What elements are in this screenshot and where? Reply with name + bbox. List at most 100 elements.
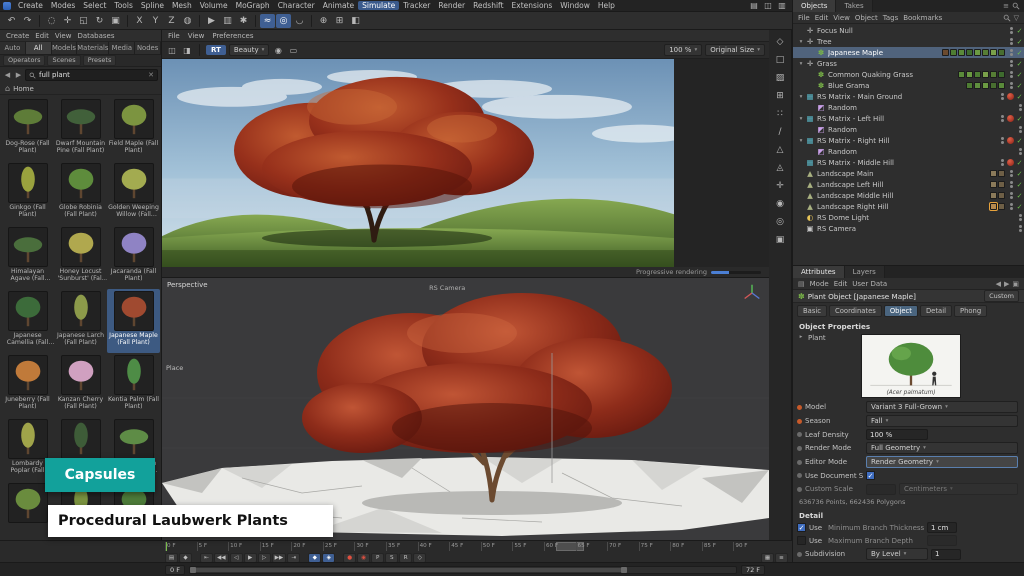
model-dropdown[interactable]: Variant 3 Full-Grown▾ — [866, 401, 1018, 413]
plant-asset[interactable]: Ginkgo (Fall Plant) — [1, 161, 54, 225]
texture-tag-chip[interactable] — [990, 71, 997, 78]
visibility-dots[interactable] — [1007, 49, 1015, 56]
texture-tag-chip[interactable] — [974, 71, 981, 78]
om-menu-item[interactable]: Edit — [815, 14, 829, 22]
workplane-icon[interactable]: ⊞ — [332, 14, 347, 28]
plant-asset[interactable]: Honey Locust 'Sunburst' (Fall Plant) — [54, 225, 107, 289]
forward-icon[interactable]: ▶ — [14, 71, 23, 79]
om-menu-item[interactable]: View — [833, 14, 850, 22]
layout-split-icon[interactable]: ◫ — [762, 0, 774, 11]
section-tab[interactable]: Phong — [954, 305, 987, 317]
visibility-dots[interactable] — [1007, 82, 1015, 89]
redshift-material-icon[interactable] — [1007, 93, 1014, 100]
record-rotation-button[interactable]: R — [399, 553, 412, 563]
visibility-dots[interactable] — [1016, 225, 1024, 232]
plant-asset[interactable]: Japanese Larch (Fall Plant) — [54, 289, 107, 353]
render-settings-icon[interactable]: ✱ — [236, 14, 251, 28]
menu-item[interactable]: Animate — [319, 1, 358, 10]
plant-asset[interactable]: Globe Robinia (Fall Plant) — [54, 161, 107, 225]
object-row[interactable]: ▲ Landscape Main ✓ — [793, 168, 1024, 179]
texture-tag-chip[interactable] — [990, 49, 997, 56]
texture-tag-chip[interactable] — [982, 82, 989, 89]
modeling-axis-icon[interactable]: ⊕ — [316, 14, 331, 28]
record-position-button[interactable]: P — [371, 553, 384, 563]
menu-item[interactable]: Redshift — [469, 1, 507, 10]
asset-tab[interactable]: Nodes — [135, 42, 161, 54]
plant-asset[interactable]: Jacaranda (Fall Plant) — [107, 225, 160, 289]
goto-start-button[interactable]: ⇤ — [200, 553, 213, 563]
enabled-check-icon[interactable]: ✓ — [1015, 159, 1024, 167]
keyframe-selection-button[interactable]: ◆ — [308, 553, 321, 563]
record-scale-button[interactable]: S — [385, 553, 398, 563]
expand-icon[interactable]: ▾ — [797, 94, 805, 100]
lock-icon[interactable]: ▣ — [1012, 280, 1019, 288]
keyframe-dot[interactable] — [797, 405, 802, 410]
asset-tab[interactable]: Media — [109, 42, 135, 54]
search-icon[interactable] — [1012, 2, 1020, 10]
enabled-check-icon[interactable]: ✓ — [1015, 38, 1024, 46]
enabled-check-icon[interactable]: ✓ — [1015, 170, 1024, 178]
enabled-check-icon[interactable]: ✓ — [1015, 137, 1024, 145]
axis-z-lock-icon[interactable]: Z — [164, 14, 179, 28]
render-mode-dropdown[interactable]: Full Geometry▾ — [866, 442, 1018, 454]
play-button[interactable]: ▶ — [244, 553, 257, 563]
object-row[interactable]: ▦ RS Matrix - Middle Hill ✓ — [793, 157, 1024, 168]
subdivision-level-field[interactable]: 1 — [931, 549, 961, 560]
object-row[interactable]: ✽ Common Quaking Grass ✓ — [793, 69, 1024, 80]
search-input-wrap[interactable]: ✕ — [25, 69, 158, 81]
asset-menu-item[interactable]: Databases — [75, 32, 116, 40]
record-parameter-button[interactable]: ◇ — [413, 553, 426, 563]
am-menu-item[interactable]: Edit — [834, 280, 848, 288]
leaf-density-field[interactable]: 100 % — [866, 429, 928, 440]
menu-item[interactable]: Tracker — [399, 1, 434, 10]
menu-item[interactable]: Mesh — [168, 1, 196, 10]
texture-tag-chip[interactable] — [998, 170, 1005, 177]
asset-menu-item[interactable]: Edit — [33, 32, 51, 40]
expand-icon[interactable]: ▾ — [797, 116, 805, 122]
visibility-dots[interactable] — [1007, 60, 1015, 67]
points-mode-icon[interactable]: ∷ — [772, 106, 788, 121]
plant-asset[interactable]: Japanese Camellia (Fall Plant) — [1, 289, 54, 353]
visibility-dots[interactable] — [1007, 27, 1015, 34]
size-dropdown[interactable]: Original Size▾ — [705, 44, 765, 56]
asset-tab[interactable]: Materials — [77, 42, 109, 54]
texture-tag-chip[interactable] — [974, 82, 981, 89]
isolate-view-icon[interactable]: ◧ — [348, 14, 363, 28]
visibility-dots[interactable] — [1016, 126, 1024, 133]
object-row[interactable]: ▾ ✛ Tree ✓ — [793, 36, 1024, 47]
asset-menu-item[interactable]: Create — [4, 32, 31, 40]
mode-icon[interactable]: ▤ — [798, 280, 805, 288]
range-start-field[interactable]: 0 F — [165, 565, 185, 575]
history-back-icon[interactable]: ◀ — [996, 280, 1001, 288]
menu-item[interactable]: Modes — [47, 1, 79, 10]
next-frame-button[interactable]: ▷ — [258, 553, 271, 563]
breadcrumb-location[interactable]: Home — [13, 85, 34, 93]
menu-item[interactable]: Render — [434, 1, 469, 10]
texture-tag-chip[interactable] — [966, 82, 973, 89]
workplane-mode-icon[interactable]: ⊞ — [772, 88, 788, 103]
panel-menu-icon[interactable]: ≡ — [1003, 2, 1009, 10]
visibility-dots[interactable] — [1007, 170, 1015, 177]
search-icon[interactable] — [1003, 14, 1011, 22]
enabled-check-icon[interactable]: ✓ — [1015, 115, 1024, 123]
keyframe-mode-button[interactable]: ◈ — [322, 553, 335, 563]
range-end-field[interactable]: 72 F — [741, 565, 765, 575]
texture-tag-chip[interactable] — [942, 49, 949, 56]
menu-item[interactable]: Character — [274, 1, 319, 10]
visibility-dots[interactable] — [1007, 71, 1015, 78]
subdivision-mode-dropdown[interactable]: By Level▾ — [866, 548, 928, 560]
texture-tag-chip[interactable] — [966, 71, 973, 78]
region-render-icon[interactable]: ▭ — [287, 45, 299, 56]
render-view-icon[interactable]: ▶ — [204, 14, 219, 28]
enabled-check-icon[interactable]: ✓ — [1015, 82, 1024, 90]
texture-tag-chip[interactable] — [998, 181, 1005, 188]
visibility-dots[interactable] — [998, 159, 1006, 166]
enabled-check-icon[interactable]: ✓ — [1015, 181, 1024, 189]
visibility-dots[interactable] — [1007, 203, 1015, 210]
edges-mode-icon[interactable]: ∕ — [772, 124, 788, 139]
home-icon[interactable]: ⌂ — [5, 84, 10, 93]
coordinate-system-icon[interactable]: ◍ — [180, 14, 195, 28]
undo-icon[interactable]: ↶ — [4, 14, 19, 28]
asset-tab[interactable]: Auto — [0, 42, 26, 54]
magnet-icon[interactable]: ◡ — [292, 14, 307, 28]
